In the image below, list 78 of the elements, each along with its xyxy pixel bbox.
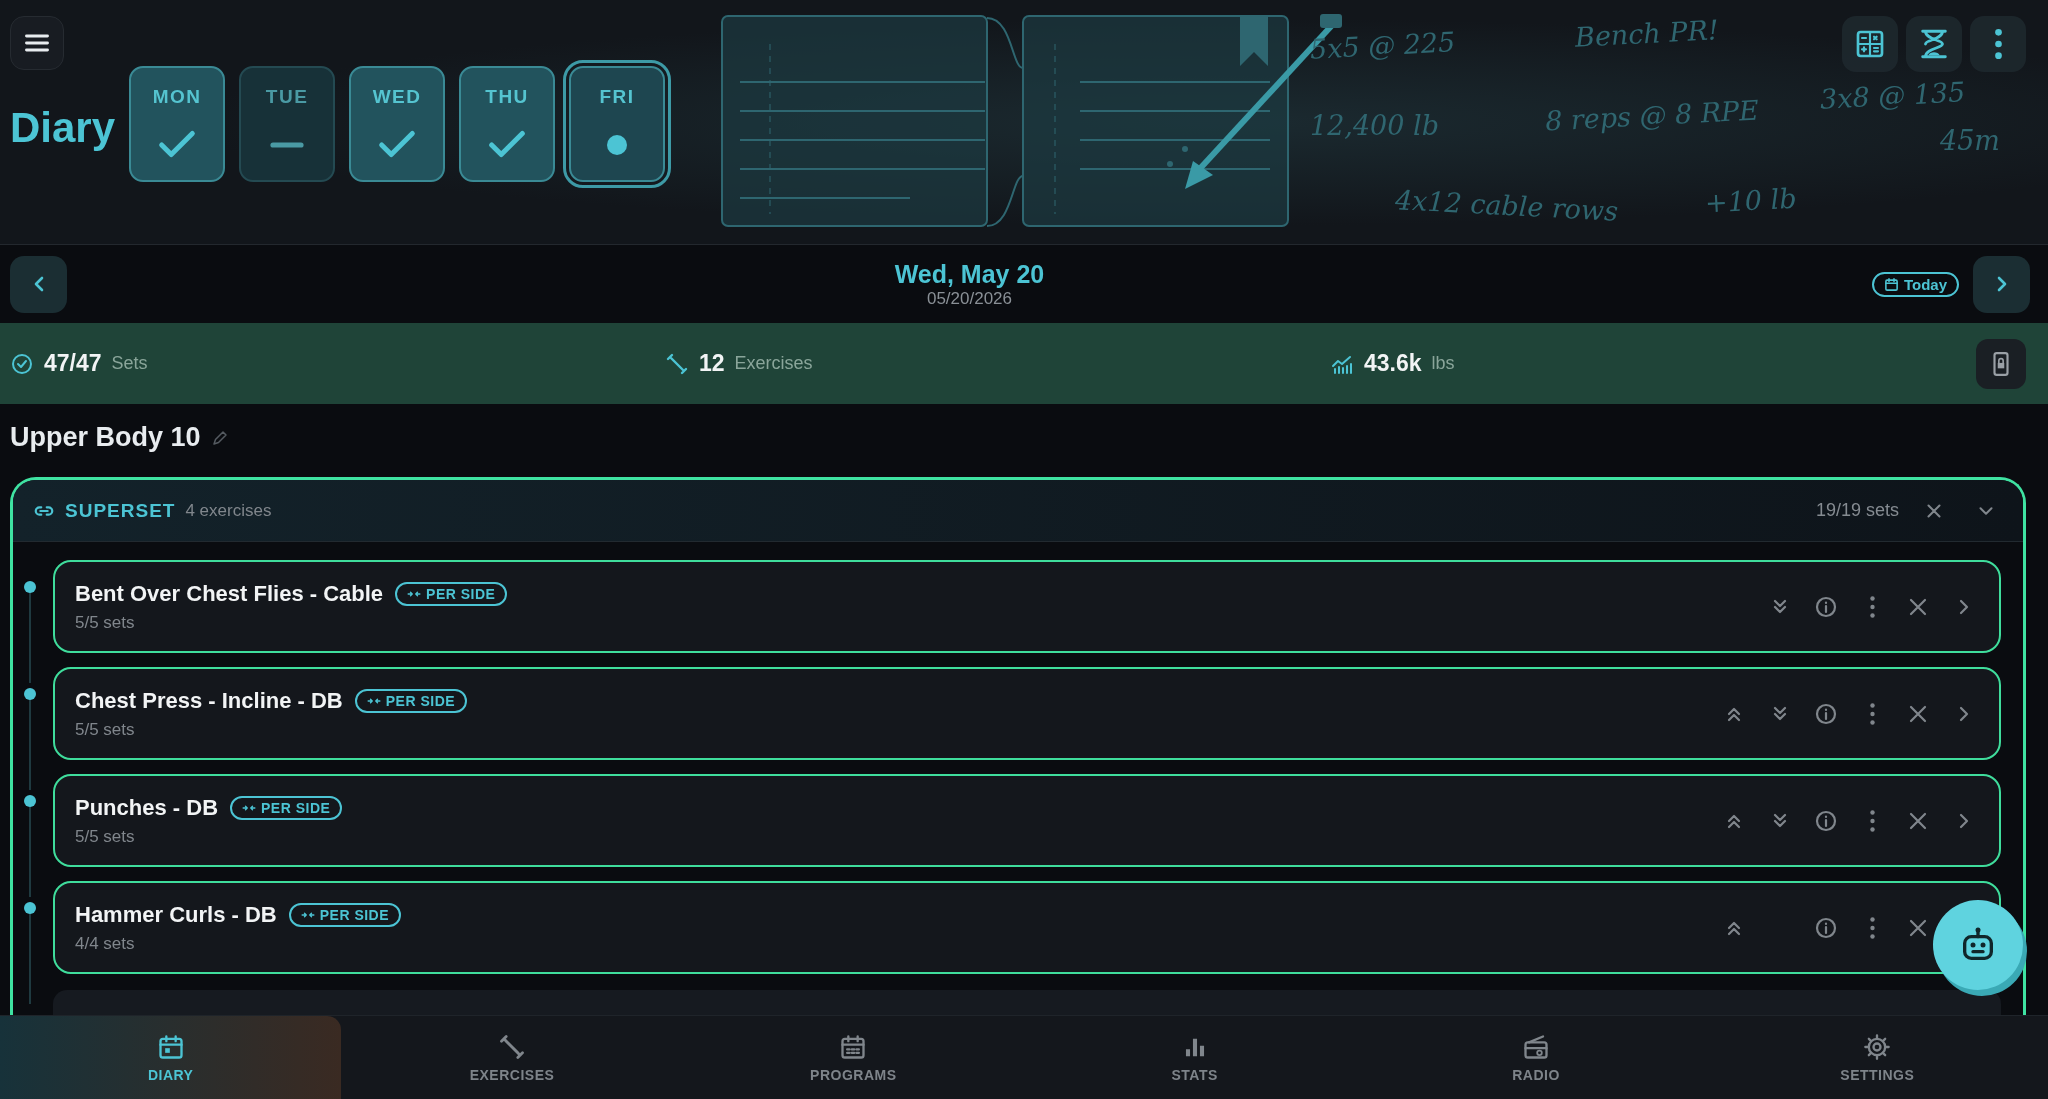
today-button[interactable]: Today [1871,271,1959,297]
handwritten-note: 45m [1940,125,2000,156]
pencil-icon[interactable] [210,428,229,447]
per-side-badge: PER SIDE [288,902,402,927]
date-subtitle: 05/20/2026 [926,288,1012,309]
per-side-badge: PER SIDE [230,795,343,820]
settings-icon [1863,1032,1892,1061]
more-icon[interactable] [1869,595,1875,618]
timeline-dot [24,581,36,593]
calendar-icon [1883,276,1899,292]
nav-tab[interactable]: RADIO [1365,1016,1707,1099]
dumbbell-icon [498,1032,526,1061]
stat-value: 47/47 [44,350,102,377]
calendar-icon [156,1032,185,1061]
dumbbell-icon [665,351,689,376]
stat-value: 43.6k [1364,350,1422,377]
nav-tab[interactable]: EXERCISES [341,1016,683,1099]
more-icon[interactable] [1869,702,1875,725]
exercise-name: Chest Press - Incline - DB [75,687,343,714]
day-tab[interactable]: WED [349,66,446,182]
nav-tab[interactable]: SETTINGS [1706,1016,2048,1099]
dash-icon [270,142,305,148]
day-tab[interactable]: TUE [239,66,336,182]
stat-label: Exercises [734,353,813,374]
per-side-badge: PER SIDE [395,581,508,606]
nav-tab[interactable]: STATS [1024,1016,1366,1099]
handwritten-note: Bench PR! [1574,14,1720,53]
radio-icon [1522,1032,1550,1061]
exercise-count: 4 exercises [185,500,272,521]
exercise-card[interactable]: Chest Press - Incline - DB PER SIDE 5/5 sets [53,667,2001,760]
timeline-dot [24,902,36,914]
calendar-grid-icon [839,1032,868,1061]
info-icon[interactable] [1814,915,1838,940]
exercise-name: Punches - DB [75,794,219,821]
check-circle-icon [10,351,34,376]
page-title: Diary [10,104,116,152]
workout-title: Upper Body 10 [10,422,201,453]
exercise-sets: 5/5 sets [75,612,136,633]
stat-label: lbs [1431,353,1455,374]
day-tab[interactable]: THU [459,66,556,182]
more-icon [1994,29,2002,59]
date-title: Wed, May 20 [894,259,1045,289]
exercise-name: Bent Over Chest Flies - Cable [75,580,384,607]
more-button[interactable] [1970,16,2026,72]
exercise-sets: 5/5 sets [75,719,136,740]
calculator-button[interactable] [1842,16,1898,72]
handwritten-note: 4x12 cable rows [1394,184,1619,227]
handwritten-note: 5x5 @ 225 [1309,26,1456,65]
stat-value: 12 [699,350,725,377]
info-icon[interactable] [1814,808,1838,833]
stat-label: Sets [111,353,148,374]
timer-button[interactable] [1906,16,1962,72]
timeline-dot [24,795,36,807]
dot-icon [607,135,628,155]
nav-tab[interactable]: DIARY [0,1016,342,1099]
more-icon[interactable] [1869,916,1875,939]
exercise-name: Hammer Curls - DB [75,901,277,928]
exercise-sets: 4/4 sets [75,933,136,954]
info-icon[interactable] [1814,701,1838,726]
per-side-badge: PER SIDE [354,688,468,713]
nav-tab[interactable]: PROGRAMS [682,1016,1024,1099]
exercise-card[interactable]: Hammer Curls - DB PER SIDE 4/4 sets [53,881,2001,974]
sets-count: 19/19 sets [1815,500,1899,521]
menu-button[interactable] [10,16,64,70]
exercise-card[interactable]: Bent Over Chest Flies - Cable PER SIDE 5/5 sets [53,560,2001,653]
exercise-card[interactable]: Punches - DB PER SIDE 5/5 sets [53,774,2001,867]
timeline-dot [24,688,36,700]
handwritten-note: 8 reps @ 8 RPE [1544,94,1760,137]
day-tab[interactable]: MON [129,66,226,182]
info-icon[interactable] [1814,594,1838,619]
handwritten-note: 3x8 @ 135 [1819,76,1966,115]
calculator-icon [1854,28,1886,60]
handwritten-note: +10 lb [1704,182,1798,219]
superset-label: SUPERSET [65,499,176,522]
more-icon[interactable] [1869,809,1875,832]
lock-screen-button[interactable] [1976,338,2026,389]
exercise-sets: 5/5 sets [75,826,136,847]
handwritten-note: 12,400 lb [1310,110,1439,141]
